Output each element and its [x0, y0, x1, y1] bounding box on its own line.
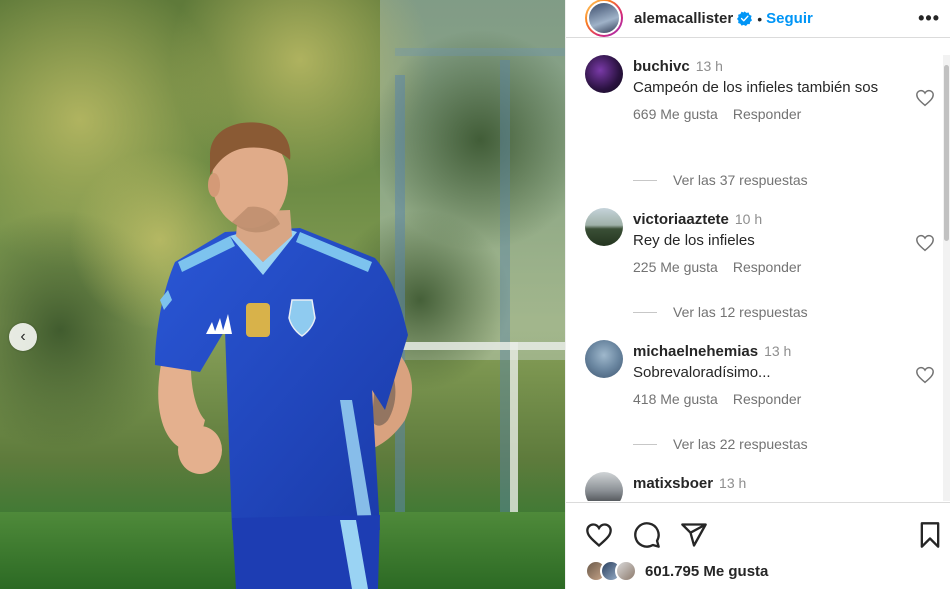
post-actions-bar: 601.795 Me gusta: [566, 502, 950, 589]
comment-text: Campeón de los infieles también sos: [633, 79, 879, 96]
comment-time: 13 h: [695, 58, 723, 74]
separator-dot: •: [757, 10, 763, 27]
view-replies-text: Ver las 22 respuestas: [673, 436, 808, 452]
comment-time: 10 h: [734, 211, 763, 227]
post-header: alemacallister • Seguir •••: [566, 0, 950, 38]
scrollbar-thumb[interactable]: [944, 65, 949, 241]
comments-list: buchivc 13 h Campeón de los infieles tamb…: [566, 55, 944, 501]
comment-text: Rey de los infieles: [633, 232, 755, 249]
reply-button[interactable]: Responder: [733, 391, 802, 407]
comment-username[interactable]: victoriaaztete: [633, 211, 729, 228]
bookmark-icon[interactable]: [916, 521, 944, 549]
reply-button[interactable]: Responder: [733, 106, 802, 122]
comment-likes[interactable]: 669 Me gusta: [633, 106, 718, 122]
commenter-avatar[interactable]: [585, 472, 623, 501]
post-photo: ‹: [0, 0, 565, 589]
comment-time: 13 h: [719, 475, 747, 491]
author-username[interactable]: alemacallister: [634, 10, 733, 27]
likes-count[interactable]: 601.795 Me gusta: [645, 563, 768, 580]
heart-icon[interactable]: [915, 366, 935, 384]
view-replies-text: Ver las 37 respuestas: [673, 172, 808, 188]
reply-button[interactable]: Responder: [733, 259, 802, 275]
view-replies-link[interactable]: Ver las 22 respuestas: [633, 436, 808, 452]
author-avatar[interactable]: [585, 0, 623, 37]
heart-icon[interactable]: [915, 89, 935, 107]
comment-username[interactable]: matixsboer: [633, 475, 713, 492]
heart-icon[interactable]: [915, 234, 935, 252]
view-replies-text: Ver las 12 respuestas: [673, 304, 808, 320]
follow-button[interactable]: Seguir: [766, 10, 813, 27]
chevron-left-icon[interactable]: ‹: [9, 323, 37, 351]
comment-text: Sobrevaloradísimo...: [633, 364, 771, 381]
post-side-panel: alemacallister • Seguir ••• buchivc 13 h …: [565, 0, 950, 589]
comment-likes[interactable]: 418 Me gusta: [633, 391, 718, 407]
more-options-icon[interactable]: •••: [918, 8, 940, 29]
comment-icon[interactable]: [633, 521, 661, 549]
share-icon[interactable]: [680, 521, 708, 549]
comments-scrollbar[interactable]: [943, 55, 950, 501]
liker-avatar: [615, 560, 637, 582]
photo-illustration: [0, 0, 565, 589]
comment-likes[interactable]: 225 Me gusta: [633, 259, 718, 275]
commenter-avatar[interactable]: [585, 55, 623, 93]
verified-badge-icon: [737, 11, 753, 26]
commenter-avatar[interactable]: [585, 208, 623, 246]
heart-icon[interactable]: [585, 521, 613, 549]
view-replies-link[interactable]: Ver las 37 respuestas: [633, 172, 808, 188]
likes-summary[interactable]: 601.795 Me gusta: [585, 560, 768, 582]
comment-username[interactable]: michaelnehemias: [633, 343, 758, 360]
comment-username[interactable]: buchivc: [633, 58, 690, 75]
view-replies-link[interactable]: Ver las 12 respuestas: [633, 304, 808, 320]
commenter-avatar[interactable]: [585, 340, 623, 378]
comment-time: 13 h: [764, 343, 792, 359]
